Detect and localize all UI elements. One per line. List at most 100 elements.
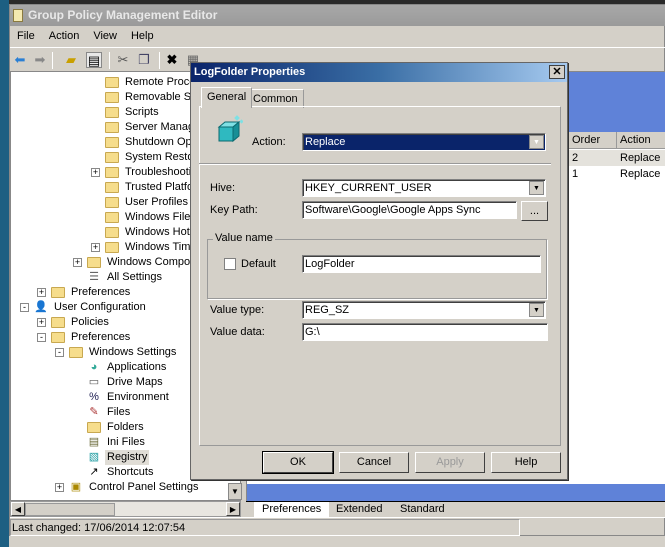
cancel-button[interactable]: Cancel (339, 452, 409, 473)
divider (199, 163, 551, 165)
action-select[interactable]: Replace ▼ (302, 133, 546, 151)
folder-icon (105, 242, 119, 253)
folder-icon (105, 197, 119, 208)
cut-icon[interactable]: ✂ (115, 52, 131, 68)
value-type-value: REG_SZ (305, 304, 350, 316)
folder-icon (69, 347, 83, 358)
tree-item-label: Windows Settings (89, 346, 177, 358)
folder-icon (105, 137, 119, 148)
toolbar-separator (52, 52, 53, 69)
browse-button[interactable]: ... (521, 201, 548, 221)
tree-item-label: Environment (107, 391, 169, 403)
toolbar-separator (109, 52, 110, 69)
folder-icon (87, 257, 101, 268)
default-checkbox[interactable] (224, 258, 236, 270)
keypath-label: Key Path: (210, 204, 258, 216)
user-icon: 👤 (34, 301, 48, 313)
hive-select[interactable]: HKEY_CURRENT_USER ▼ (302, 179, 546, 197)
scroll-right-button[interactable]: ▶ (226, 502, 240, 516)
tree-item-label: Shortcuts (107, 466, 154, 478)
files-icon: ✎ (89, 406, 99, 418)
folder-icon (105, 92, 119, 103)
default-label: Default (241, 258, 276, 270)
collapse-icon[interactable]: - (20, 303, 29, 312)
tab-general[interactable]: General (201, 87, 253, 108)
tree-scroll-down-button[interactable]: ▼ (228, 483, 242, 500)
expand-icon[interactable]: + (55, 483, 64, 492)
tree-item-label: User Configuration (54, 301, 146, 313)
up-folder-icon[interactable]: ▰ (63, 52, 79, 68)
ini-icon: ▤ (88, 436, 100, 448)
tree-item[interactable]: + ▣ Control Panel Settings (11, 480, 240, 495)
value-type-label: Value type: (210, 304, 265, 316)
tab-extended[interactable]: Extended (328, 502, 390, 517)
menu-help[interactable]: Help (124, 26, 161, 46)
list-row[interactable]: 2 Replace (569, 150, 665, 166)
dialog-title: LogFolder Properties (194, 66, 306, 78)
tree-item-label: Scripts (125, 106, 159, 118)
expand-icon[interactable]: + (91, 168, 100, 177)
ok-button[interactable]: OK (262, 451, 334, 474)
registry-icon (217, 115, 243, 143)
value-type-select[interactable]: REG_SZ ▼ (302, 301, 546, 319)
folder-icon (105, 107, 119, 118)
keypath-input[interactable]: Software\Google\Google Apps Sync (302, 201, 517, 219)
folder-icon (105, 122, 119, 133)
expand-icon[interactable]: + (73, 258, 82, 267)
column-action[interactable]: Action (617, 132, 665, 149)
menu-view[interactable]: View (86, 26, 124, 46)
app-icon (13, 9, 23, 22)
scroll-thumb[interactable] (25, 503, 115, 516)
shortcut-icon: ↗ (89, 466, 99, 478)
back-icon[interactable]: ⬅ (12, 52, 28, 68)
value-name-input[interactable]: LogFolder (302, 255, 541, 273)
value-name-legend: Value name (213, 232, 275, 244)
action-value: Replace (305, 136, 346, 148)
tree-item-label: Ini Files (107, 436, 145, 448)
expand-icon[interactable]: + (37, 318, 46, 327)
environment-icon: % (89, 391, 99, 403)
window-title-bar[interactable]: Group Policy Management Editor (10, 5, 665, 26)
tree-item-label: Registry (105, 450, 150, 465)
delete-icon[interactable]: ✖ (164, 52, 180, 68)
menu-action[interactable]: Action (42, 26, 87, 46)
forward-icon[interactable]: ➡ (32, 52, 48, 68)
tree-horizontal-scrollbar[interactable]: ◀ ▶ (10, 501, 241, 517)
action-label: Action: (252, 136, 286, 148)
applications-icon: ◕ (90, 361, 98, 373)
menu-file[interactable]: File (10, 26, 42, 46)
show-hide-tree-icon[interactable]: ▤ (86, 52, 102, 68)
pane-footer-band (247, 484, 665, 502)
tree-item-label: Preferences (71, 286, 131, 298)
tab-standard[interactable]: Standard (392, 502, 453, 517)
list-row[interactable]: 1 Replace (569, 166, 665, 182)
folder-icon (105, 152, 119, 163)
close-icon[interactable]: ✕ (549, 65, 565, 79)
help-button[interactable]: Help (491, 452, 561, 473)
tab-preferences[interactable]: Preferences (254, 502, 330, 517)
collapse-icon[interactable]: - (37, 333, 46, 342)
expand-icon[interactable]: + (91, 243, 100, 252)
value-data-input[interactable]: G:\ (302, 323, 548, 341)
status-text: Last changed: 17/06/2014 12:07:54 (10, 519, 520, 536)
column-order[interactable]: Order (569, 132, 617, 149)
folder-icon (51, 332, 65, 343)
status-bar: Last changed: 17/06/2014 12:07:54 (10, 517, 665, 537)
copy-icon[interactable]: ❐ (136, 52, 152, 68)
scroll-left-button[interactable]: ◀ (11, 502, 25, 516)
expand-icon[interactable]: + (37, 288, 46, 297)
row-order: 2 (572, 152, 579, 164)
chevron-down-icon[interactable]: ▼ (529, 181, 544, 195)
control-panel-icon: ▣ (70, 481, 82, 493)
column-headers: Order Action (569, 132, 665, 149)
dialog-title-bar[interactable]: LogFolder Properties ✕ (191, 63, 567, 82)
chevron-down-icon[interactable]: ▼ (529, 303, 544, 317)
folder-icon (87, 422, 101, 433)
folder-icon (51, 317, 65, 328)
tree-item-label: Control Panel Settings (89, 481, 199, 493)
collapse-icon[interactable]: - (55, 348, 64, 357)
tree-item-label: All Settings (107, 271, 163, 283)
apply-button[interactable]: Apply (415, 452, 485, 473)
chevron-down-icon[interactable]: ▼ (529, 135, 544, 149)
tree-item-label: Preferences (71, 331, 131, 343)
